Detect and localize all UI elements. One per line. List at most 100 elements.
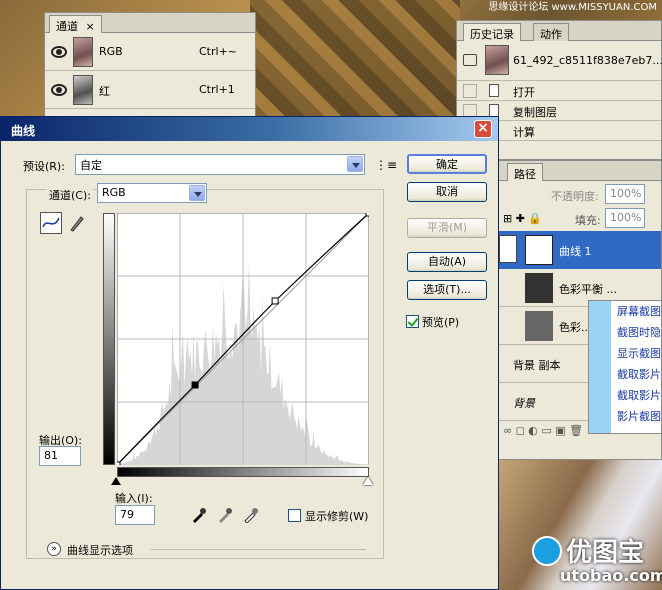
layer-name: 曲线 1: [559, 245, 592, 258]
logo-url: utobao.com: [560, 566, 662, 585]
channel-row-red[interactable]: 红 Ctrl+1: [45, 71, 255, 109]
curve-tool-icon: [42, 217, 60, 228]
opacity-label: 不透明度:: [551, 190, 599, 203]
layer-name: 背景 副本: [513, 359, 561, 372]
white-eyedropper-icon[interactable]: [243, 507, 259, 524]
history-item-label: 打开: [513, 86, 535, 99]
tab-history[interactable]: 历史记录: [463, 23, 521, 41]
watermark-top: 思缘设计论坛 www.MISSYUAN.COM: [488, 2, 657, 13]
preset-options-icon[interactable]: ⋮≡: [375, 158, 397, 172]
context-menu-item[interactable]: 截图时隐: [611, 322, 661, 343]
smooth-button[interactable]: 平滑(M): [407, 218, 487, 238]
selected-control-point[interactable]: [191, 381, 199, 389]
white-point-slider[interactable]: [363, 477, 373, 485]
eye-icon[interactable]: [51, 46, 67, 58]
black-eyedropper-icon[interactable]: [191, 507, 207, 523]
control-point[interactable]: [365, 213, 369, 217]
input-label: 输入(I):: [115, 492, 153, 505]
logo-icon: [532, 536, 562, 566]
preset-value: 自定: [80, 159, 102, 172]
channel-row-rgb[interactable]: RGB Ctrl+~: [45, 33, 255, 71]
fill-input[interactable]: 100%: [605, 208, 645, 228]
layer-name: 色彩...: [559, 321, 592, 334]
background-photo: [250, 0, 460, 118]
history-source-box[interactable]: [463, 84, 477, 98]
logo: 优图宝 utobao.com: [530, 530, 662, 590]
dialog-titlebar[interactable]: 曲线 ×: [1, 117, 498, 141]
channels-panel: 通道 × RGB Ctrl+~ 红 Ctrl+1: [44, 12, 256, 120]
eye-icon[interactable]: [51, 84, 67, 96]
gray-eyedropper-icon[interactable]: [217, 507, 233, 523]
snapshot-thumbnail: [485, 45, 509, 75]
curves-dialog: 曲线 × 预设(R): 自定 ⋮≡ 通道(C): RGB 输出(O): 81 输…: [0, 116, 499, 590]
opacity-row: 不透明度: 100%: [499, 181, 661, 207]
ok-button[interactable]: 确定: [407, 154, 487, 174]
snapshot-name: 61_492_c8511f838e7eb7...: [513, 54, 662, 67]
context-menu-item[interactable]: 影片截图: [611, 406, 661, 427]
tab-channels-label: 通道: [56, 20, 78, 33]
adjustment-icon: [499, 235, 517, 263]
preview-label: 预览(P): [422, 316, 460, 329]
dialog-title: 曲线: [11, 124, 36, 138]
tab-channels[interactable]: 通道 ×: [49, 15, 102, 33]
curve-options-label[interactable]: 曲线显示选项: [67, 542, 133, 558]
logo-name: 优图宝: [566, 538, 645, 568]
chevron-down-icon[interactable]: [189, 185, 205, 201]
close-button[interactable]: ×: [474, 120, 492, 138]
document-icon: [489, 84, 499, 97]
context-menu-item[interactable]: 屏幕截图: [611, 301, 661, 322]
context-menu-item[interactable]: 截取影片: [611, 385, 661, 406]
context-menu-item[interactable]: 截取影片: [611, 364, 661, 385]
context-menu-item[interactable]: 显示截图: [611, 343, 661, 364]
fill-row: ⊞ ✚ 🔒 填充: 100%: [499, 207, 661, 231]
options-button[interactable]: 选项(T)...: [407, 280, 487, 300]
preset-label: 预设(R):: [23, 160, 65, 173]
layer-row-selected[interactable]: 曲线 1: [499, 231, 661, 269]
close-icon[interactable]: ×: [86, 20, 95, 33]
tab-paths[interactable]: 路径: [507, 163, 543, 181]
layer-mask-thumbnail[interactable]: [525, 235, 553, 265]
preview-checkbox[interactable]: [406, 315, 419, 328]
channel-thumbnail: [73, 75, 93, 105]
expand-chevron-icon[interactable]: »: [47, 542, 61, 556]
divider: [151, 549, 366, 550]
tab-actions[interactable]: 动作: [533, 23, 569, 41]
history-snapshot[interactable]: 61_492_c8511f838e7eb7...: [457, 41, 662, 81]
lock-icons[interactable]: ⊞ ✚ 🔒: [503, 212, 542, 225]
history-item-label: 复制图层: [513, 106, 557, 119]
cancel-button[interactable]: 取消: [407, 182, 487, 202]
black-point-slider[interactable]: [111, 477, 121, 485]
context-menu: 屏幕截图 截图时隐 显示截图 截取影片 截取影片 影片截图: [588, 300, 662, 434]
layer-mask-thumbnail[interactable]: [525, 311, 553, 341]
pencil-icon: [70, 216, 84, 232]
brush-source-icon[interactable]: [463, 54, 477, 66]
control-point[interactable]: [117, 461, 121, 465]
history-item[interactable]: 打开: [457, 81, 661, 101]
opacity-input[interactable]: 100%: [605, 184, 645, 204]
channels-tabbar: 通道 ×: [45, 13, 255, 33]
layer-mask-thumbnail[interactable]: [525, 273, 553, 303]
context-menu-sidebar: [589, 301, 611, 433]
channel-name: RGB: [99, 45, 123, 58]
show-clipping-checkbox[interactable]: [288, 509, 301, 522]
chevron-down-icon[interactable]: [347, 156, 363, 172]
channel-select[interactable]: RGB: [97, 183, 207, 203]
layer-name: 色彩平衡 ...: [559, 283, 617, 296]
layers-tabbar: 路径: [499, 161, 661, 181]
input-gradient: [117, 467, 369, 477]
auto-button[interactable]: 自动(A): [407, 252, 487, 272]
show-clipping-label: 显示修剪(W): [305, 510, 369, 523]
control-point[interactable]: [271, 297, 279, 305]
curve-graph[interactable]: [117, 213, 369, 465]
input-input[interactable]: 79: [115, 505, 155, 525]
channel-shortcut: Ctrl+~: [199, 45, 238, 58]
curve-point-tool[interactable]: [40, 212, 62, 234]
output-input[interactable]: 81: [39, 446, 81, 466]
channel-shortcut: Ctrl+1: [199, 83, 235, 96]
layer-name: 背景: [513, 397, 535, 410]
channel-label: 通道(C):: [47, 187, 93, 203]
pencil-tool[interactable]: [67, 213, 87, 233]
channel-name: 红: [99, 85, 110, 98]
preset-select[interactable]: 自定: [75, 154, 365, 175]
history-item-label: 计算: [513, 126, 535, 139]
